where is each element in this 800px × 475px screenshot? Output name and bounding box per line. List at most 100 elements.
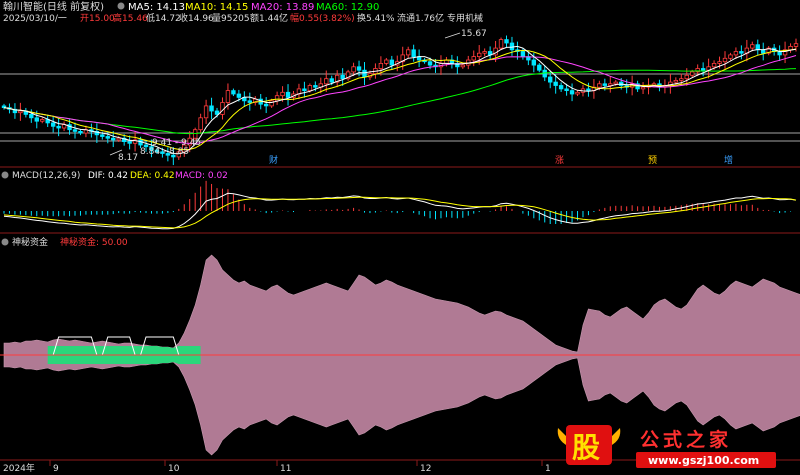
candle-body [722,57,728,63]
candle-body [274,95,280,102]
candle-body [750,44,755,49]
ma10-line [3,48,797,151]
mysterious-fund-series [0,254,800,456]
amount-label: 额1.44亿 [250,12,288,24]
dea-line [3,196,797,229]
macd-dif: DIF: 0.42 [88,171,128,181]
event-label-zeng[interactable]: 增 [724,154,733,166]
candle-body [460,64,466,68]
stock-name: 翰川智能(日线 前复权) [3,0,104,13]
candle-body [351,66,356,73]
candle-body [247,100,252,103]
candle-body [537,64,542,71]
candle-body [700,68,706,71]
candle-body [50,122,56,127]
event-label-cai[interactable]: 财 [269,154,278,166]
candle-body [313,85,318,88]
candle-body [739,51,744,54]
candle-body [127,141,132,144]
moving-average-lines [3,45,797,155]
candle-body [498,39,504,49]
volume-label: 量95205 [212,13,250,24]
logo-char: 股 [572,431,600,464]
candle-body [476,52,482,58]
candle-body [684,74,689,80]
time-axis-label: 12 [420,464,431,474]
candle-body [613,81,618,85]
candle-body [793,43,799,47]
candle-body [711,63,717,68]
candle-body [733,51,739,56]
candle-body [608,83,613,86]
candle-body [569,90,575,95]
high-label: 高15.46 [113,12,148,24]
candle-body [640,86,646,90]
sector-label: 专用机械 [447,12,483,24]
ma5-line [3,45,797,155]
macd-series [3,180,797,230]
time-axis-label: 9 [53,464,59,474]
amplitude-label: 幅0.55(3.82%) [290,12,355,24]
watermark-url: www.gszj100.com [648,454,759,467]
high-mark-leader [444,32,461,39]
ma20-line [3,55,797,144]
ma5-label: MA5: 14.13 [128,2,185,13]
candle-body [761,49,766,54]
candle-body [72,129,78,132]
candle-body [586,88,591,92]
candle-body [111,137,116,141]
candle-body [509,42,515,51]
macd-settings-icon[interactable] [1,171,9,179]
candle-body [34,117,39,122]
candle-body [307,85,313,91]
indicator-label: 神秘资金: 50.00 [60,236,128,248]
candle-body [531,59,537,66]
candle-body [482,51,487,54]
candle-body [263,103,269,107]
candle-body [105,136,110,139]
candle-body [302,88,307,92]
candle-body [280,91,285,97]
float-label: 流通1.76亿 [397,12,444,24]
candle-body [597,83,602,88]
time-axis-label: 11 [280,464,291,474]
ma20-label: MA20: 13.89 [251,2,314,13]
candle-body [411,49,416,57]
candle-body [575,91,580,95]
time-axis-label: 10 [168,464,180,474]
candle-body [231,90,236,95]
candle-body [504,39,509,44]
open-label: 开15.00 [80,13,115,24]
indicator-title: 神秘资金 [12,236,48,248]
candle-body [225,90,231,103]
candle-body [553,81,558,86]
candle-body [198,117,203,131]
settings-dot-icon[interactable] [117,2,125,10]
macd-title: MACD(12,26,9) [12,171,80,181]
candle-body [548,76,553,83]
candle-body [384,59,389,64]
ma60-line [3,68,797,135]
candle-body [427,61,433,66]
candle-body [100,134,105,137]
time-axis-label: 1 [545,464,551,474]
candle-body [340,74,345,80]
candle-body [209,105,214,112]
event-label-yu[interactable]: 预 [648,155,657,166]
low-mark-label: 8.17 [118,153,138,163]
close-label: 收14.96 [179,12,214,24]
date-label: 2025/03/10/一 [3,14,67,24]
indicator-settings-icon[interactable] [1,238,9,246]
candle-body [56,125,61,129]
watermark-logo: 股 公式之家 www.gszj100.com [557,425,776,468]
candle-body [728,54,733,59]
macd-value: MACD: 0.02 [175,171,228,181]
candle-body [520,51,526,57]
candle-body [542,69,547,78]
event-label-zhang[interactable]: 涨 [555,155,564,166]
candle-body [18,110,23,114]
candle-body [690,71,695,76]
candle-body [389,59,395,66]
candle-body [203,105,209,119]
candle-body [378,63,384,69]
